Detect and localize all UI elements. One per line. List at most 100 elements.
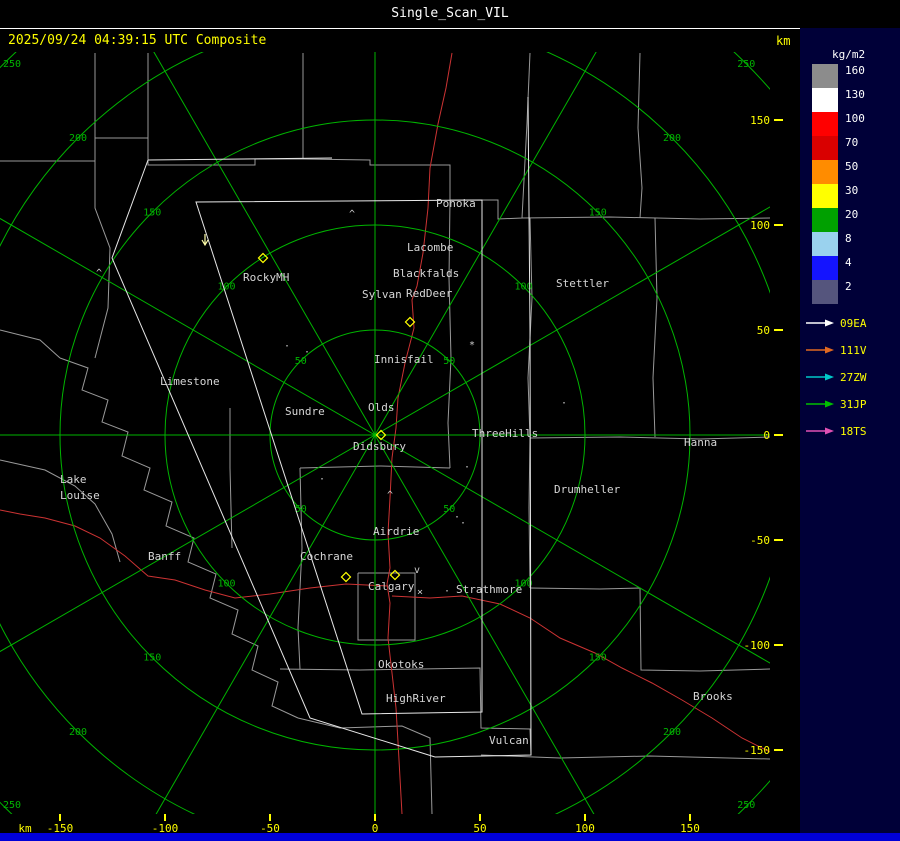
colorbar: 160 130 100 70 50 30 20 8 4 2 — [812, 64, 896, 314]
point-marker: ^ — [96, 268, 102, 279]
point-marker: · — [284, 341, 290, 352]
colorbar-swatch-100 — [812, 112, 838, 136]
colorbar-value-label: 50 — [845, 160, 859, 173]
radar-station-id: 18TS — [840, 424, 867, 438]
town-label-cochrane: Cochrane — [300, 550, 353, 563]
county-boundary-line — [0, 53, 304, 166]
town-label-rockymh: RockyMH — [243, 271, 289, 284]
town-label-sundre: Sundre — [285, 405, 325, 418]
colorbar-value-label: 8 — [845, 232, 852, 245]
town-label-louise: Louise — [60, 489, 100, 502]
radar-station-row: 18TS — [804, 424, 867, 438]
highway-line — [391, 595, 770, 753]
range-ring-label: 250 — [737, 59, 755, 70]
range-ring-label: 150 — [589, 653, 607, 664]
radar-arrow-icon — [806, 400, 834, 408]
town-label-ponoka: Ponoka — [436, 197, 476, 210]
point-marker: * — [469, 340, 475, 351]
radar-station-id: 31JP — [840, 397, 867, 411]
right-axis-tick-label: -100 — [744, 639, 771, 652]
town-label-strathmore: Strathmore — [456, 583, 522, 596]
point-marker: ^ — [387, 490, 393, 501]
county-boundary-line — [229, 408, 233, 549]
range-ring-label: 200 — [69, 727, 87, 738]
county-boundary-line — [529, 436, 770, 440]
radar-station-id: 111V — [840, 343, 867, 357]
right-axis-tick-label: 100 — [750, 219, 770, 232]
radar-legend: 09EA 111V 27ZW 31JP 18TS — [804, 316, 898, 461]
town-label-sylvan: Sylvan — [362, 288, 402, 301]
arrow-head — [825, 373, 834, 381]
point-marker: · — [460, 518, 466, 529]
radar-station-row: 09EA — [804, 316, 867, 330]
town-label-calgary: Calgary — [368, 580, 415, 593]
county-boundary-line — [637, 52, 643, 219]
range-ring-label: 250 — [737, 800, 755, 811]
colorbar-swatch-8 — [812, 232, 838, 256]
range-ring-label: 150 — [143, 207, 161, 218]
county-boundary-line — [0, 329, 61, 359]
range-ring-label: 150 — [143, 653, 161, 664]
colorbar-swatch-130 — [812, 88, 838, 112]
town-label-airdrie: Airdrie — [373, 525, 419, 538]
colorbar-value-label: 130 — [845, 88, 865, 101]
radar-arrow-icon — [806, 373, 834, 381]
town-label-stettler: Stettler — [556, 277, 609, 290]
colorbar-value-label: 20 — [845, 208, 859, 221]
arrow-head — [825, 346, 834, 354]
point-marker: · — [561, 398, 567, 409]
county-boundary-line — [297, 717, 433, 814]
title-bar: Single_Scan_VIL — [0, 0, 900, 29]
right-axis-unit: km — [776, 34, 791, 48]
town-label-okotoks: Okotoks — [378, 658, 424, 671]
radar-station-row: 31JP — [804, 397, 867, 411]
colorbar-swatch-4 — [812, 256, 838, 280]
county-boundary-line — [521, 216, 770, 220]
range-ring-label: 200 — [663, 133, 681, 144]
range-ring-label: 150 — [589, 207, 607, 218]
colorbar-value-label: 30 — [845, 184, 859, 197]
range-ring-label: 50 — [443, 356, 455, 367]
town-label-olds: Olds — [368, 401, 395, 414]
town-label-banff: Banff — [148, 550, 181, 563]
radar-arrow-icon — [806, 427, 834, 435]
town-label-blackfalds: Blackfalds — [393, 267, 459, 280]
range-grid: 5010015020025050100150200250501001502002… — [0, 52, 770, 814]
map-content: 5010015020025050100150200250501001502002… — [0, 52, 770, 814]
town-label-vulcan: Vulcan — [489, 734, 529, 747]
arrow-head — [825, 427, 834, 435]
colorbar-swatch-20 — [812, 208, 838, 232]
radar-coverage-outline — [111, 96, 532, 758]
colorbar-swatch-30 — [812, 184, 838, 208]
colorbar-swatch-50 — [812, 160, 838, 184]
arrow-head — [825, 319, 834, 327]
radar-arrow-icon — [806, 346, 834, 354]
right-axis-tick-label: 50 — [757, 324, 770, 337]
town-label-lacombe: Lacombe — [407, 241, 453, 254]
map-markers: ^^*·····^··v× · — [96, 209, 567, 598]
town-diamond-marker — [389, 569, 401, 581]
town-label-drumheller: Drumheller — [554, 483, 621, 496]
range-ring-label: 250 — [3, 59, 21, 70]
county-boundary-line — [652, 217, 658, 438]
right-axis-tick-label: -150 — [744, 744, 771, 757]
colorbar-swatch-160 — [812, 64, 838, 88]
town-label-hanna: Hanna — [684, 436, 717, 449]
range-ring-label: 100 — [217, 578, 235, 589]
status-bar — [0, 833, 900, 841]
range-ring-200km — [0, 52, 770, 814]
right-axis-tick-label: -50 — [750, 534, 770, 547]
colorbar-value-label: 100 — [845, 112, 865, 125]
right-axis-tick-label: 0 — [763, 429, 770, 442]
town-label-brooks: Brooks — [693, 690, 733, 703]
radar-station-id: 27ZW — [840, 370, 867, 384]
town-label-highriver: HighRiver — [386, 692, 446, 705]
radar-station-row: 111V — [804, 343, 867, 357]
town-label-threehills: ThreeHills — [472, 427, 538, 440]
county-boundary-line — [59, 357, 299, 719]
sidebar: kg/m2 160 130 100 70 50 30 20 8 4 2 09EA 111V 27ZW 3… — [800, 28, 900, 833]
town-label-limestone: Limestone — [160, 375, 220, 388]
colorbar-units: kg/m2 — [832, 48, 866, 61]
range-ring-label: 200 — [69, 133, 87, 144]
county-boundaries — [0, 52, 770, 814]
